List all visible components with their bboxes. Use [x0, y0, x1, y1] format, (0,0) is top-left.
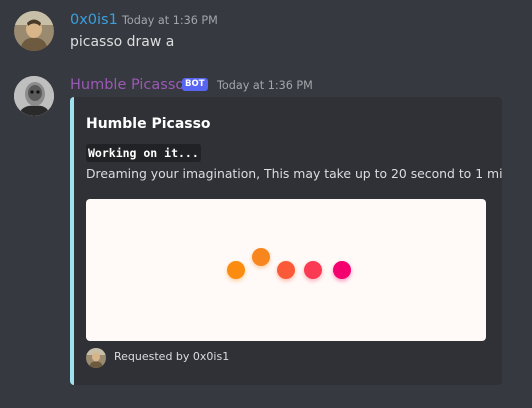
loading-dot	[227, 261, 245, 279]
message-text: picasso draw a	[70, 34, 175, 50]
message-user: 0x0is1 Today at 1:36 PM picasso draw a	[0, 0, 532, 70]
loading-dot	[277, 261, 295, 279]
bot-username[interactable]: Humble Picasso	[70, 76, 184, 94]
loading-dot	[304, 261, 322, 279]
timestamp: Today at 1:36 PM	[122, 14, 218, 27]
loading-dot	[333, 261, 351, 279]
loading-dot	[252, 248, 270, 266]
user-avatar-icon[interactable]	[14, 11, 54, 51]
bot-tag-badge: BOT	[182, 78, 208, 91]
embed-code-block: Working on it...	[86, 144, 201, 162]
embed-accent-bar	[70, 97, 74, 385]
timestamp: Today at 1:36 PM	[217, 79, 313, 92]
requester-avatar-icon	[86, 348, 106, 368]
embed-title: Humble Picasso	[86, 116, 211, 132]
embed-description: Dreaming your imagination, This may take…	[86, 166, 502, 181]
embed-card: Humble Picasso Working on it... Dreaming…	[70, 97, 502, 385]
picasso-avatar-icon[interactable]	[14, 76, 54, 116]
username[interactable]: 0x0is1	[70, 11, 118, 29]
embed-footer: Requested by 0x0is1	[114, 350, 230, 363]
loading-dots-icon[interactable]	[86, 199, 486, 341]
